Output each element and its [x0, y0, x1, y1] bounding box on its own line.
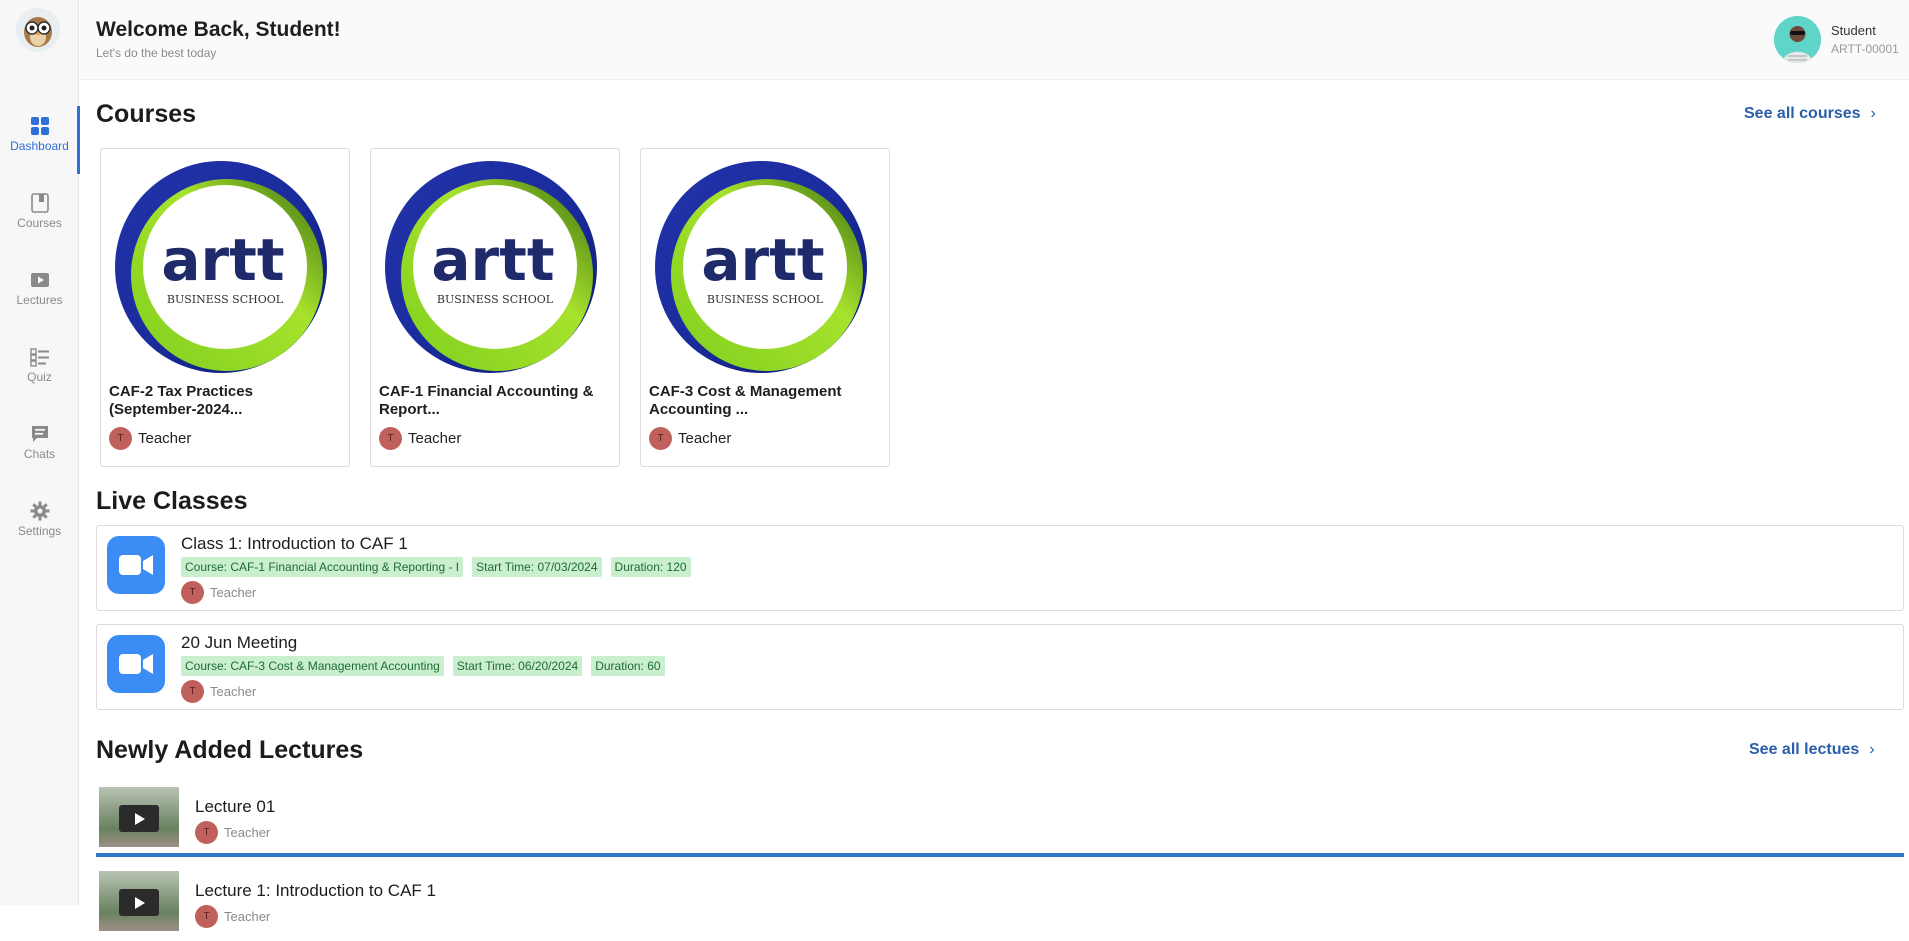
lecture-thumbnail — [99, 871, 179, 931]
sidebar-item-label: Settings — [17, 523, 62, 538]
teacher-avatar: T — [195, 821, 218, 844]
logo-text: artt — [161, 226, 284, 294]
user-id: ARTT-00001 — [1831, 42, 1899, 56]
sidebar: Dashboard Courses Lectures Quiz Chats Se… — [0, 0, 80, 905]
sidebar-item-courses[interactable]: Courses — [0, 183, 79, 239]
play-icon — [119, 805, 159, 832]
teacher-name: Teacher — [138, 430, 192, 447]
user-name: Student — [1831, 23, 1876, 38]
sidebar-item-label: Courses — [17, 215, 62, 230]
course-teacher: T Teacher — [649, 427, 731, 450]
lecture-title: Lecture 01 — [195, 797, 276, 816]
live-class-tags: Course: CAF-1 Financial Accounting & Rep… — [181, 557, 691, 577]
sidebar-item-label: Chats — [23, 446, 56, 461]
teacher-avatar: T — [181, 581, 204, 604]
duration-tag: Duration: 60 — [591, 656, 665, 676]
course-tag: Course: CAF-1 Financial Accounting & Rep… — [181, 557, 464, 577]
course-card[interactable]: artt BUSINESS SCHOOL CAF-1 Financial Acc… — [370, 148, 620, 467]
artt-logo-image: artt BUSINESS SCHOOL — [109, 159, 334, 376]
teacher-avatar: T — [195, 905, 218, 928]
live-classes-section-title: Live Classes — [96, 487, 248, 515]
avatar[interactable] — [1774, 16, 1821, 63]
lectures-section-title: Newly Added Lectures — [96, 736, 364, 764]
live-class-teacher: T Teacher — [181, 680, 256, 703]
checklist-icon — [29, 347, 50, 367]
owl-logo-icon[interactable] — [16, 8, 60, 52]
header: Welcome Back, Student! Let's do the best… — [80, 0, 1909, 80]
see-all-courses-link[interactable]: See all courses › — [1744, 105, 1876, 123]
course-teacher: T Teacher — [109, 427, 191, 450]
lecture-teacher: T Teacher — [195, 821, 270, 844]
teacher-name: Teacher — [224, 909, 271, 924]
logo-subtext: BUSINESS SCHOOL — [437, 293, 554, 306]
teacher-name: Teacher — [210, 684, 257, 699]
lecture-title: Lecture 1: Introduction to CAF 1 — [195, 881, 436, 900]
sidebar-item-lectures[interactable]: Lectures — [0, 260, 79, 316]
teacher-name: Teacher — [678, 430, 732, 447]
lecture-teacher: T Teacher — [195, 905, 270, 928]
live-class-title: 20 Jun Meeting — [181, 633, 298, 652]
courses-section-title: Courses — [96, 100, 197, 128]
live-class-title: Class 1: Introduction to CAF 1 — [181, 534, 408, 553]
video-camera-icon — [107, 536, 165, 594]
page-title: Welcome Back, Student! — [96, 18, 341, 41]
course-title: CAF-3 Cost & Management Accounting ... — [649, 383, 842, 418]
chat-icon — [30, 424, 50, 444]
lecture-thumbnail — [99, 787, 179, 847]
teacher-avatar: T — [109, 427, 132, 450]
start-time-tag: Start Time: 07/03/2024 — [472, 557, 602, 577]
course-card[interactable]: artt BUSINESS SCHOOL CAF-2 Tax Practices… — [100, 148, 350, 467]
logo-text: artt — [701, 226, 824, 294]
sidebar-item-dashboard[interactable]: Dashboard — [0, 106, 80, 174]
sidebar-item-quiz[interactable]: Quiz — [0, 337, 79, 393]
start-time-tag: Start Time: 06/20/2024 — [452, 656, 583, 676]
play-icon — [119, 889, 159, 916]
see-all-lectures-label: See all lectues — [1749, 741, 1860, 758]
course-title: CAF-1 Financial Accounting & Report... — [379, 383, 594, 418]
book-icon — [30, 192, 50, 213]
duration-tag: Duration: 120 — [610, 557, 691, 577]
live-class-tags: Course: CAF-3 Cost & Management Accounti… — [181, 656, 665, 676]
chevron-right-icon: › — [1870, 105, 1876, 122]
teacher-name: Teacher — [224, 825, 271, 840]
live-class-row[interactable]: 20 Jun Meeting Course: CAF-3 Cost & Mana… — [96, 624, 1904, 710]
artt-logo-image: artt BUSINESS SCHOOL — [649, 159, 874, 376]
live-class-row[interactable]: Class 1: Introduction to CAF 1 Course: C… — [96, 525, 1904, 611]
logo-subtext: BUSINESS SCHOOL — [707, 293, 824, 306]
logo-text: artt — [431, 226, 554, 294]
lecture-row[interactable]: Lecture 01 T Teacher — [96, 787, 1904, 857]
artt-logo-image: artt BUSINESS SCHOOL — [379, 159, 604, 376]
teacher-avatar: T — [649, 427, 672, 450]
gear-icon — [30, 501, 50, 521]
course-tag: Course: CAF-3 Cost & Management Accounti… — [181, 656, 444, 676]
see-all-lectures-link[interactable]: See all lectues › — [1749, 741, 1875, 759]
sidebar-item-label: Quiz — [27, 369, 52, 384]
sidebar-item-label: Lectures — [16, 292, 63, 307]
sidebar-item-settings[interactable]: Settings — [0, 491, 79, 547]
video-camera-icon — [107, 635, 165, 693]
teacher-name: Teacher — [408, 430, 462, 447]
teacher-avatar: T — [181, 680, 204, 703]
live-class-teacher: T Teacher — [181, 581, 256, 604]
course-card[interactable]: artt BUSINESS SCHOOL CAF-3 Cost & Manage… — [640, 148, 890, 467]
teacher-name: Teacher — [210, 585, 257, 600]
logo-subtext: BUSINESS SCHOOL — [167, 293, 284, 306]
play-icon — [30, 270, 50, 290]
grid-icon — [30, 116, 50, 136]
lecture-row[interactable]: Lecture 1: Introduction to CAF 1 T Teach… — [96, 871, 1904, 941]
sidebar-item-label: Dashboard — [10, 138, 69, 153]
course-teacher: T Teacher — [379, 427, 461, 450]
chevron-right-icon: › — [1869, 741, 1875, 758]
sidebar-item-chats[interactable]: Chats — [0, 414, 79, 470]
page-subtitle: Let's do the best today — [96, 46, 217, 60]
teacher-avatar: T — [379, 427, 402, 450]
course-title: CAF-2 Tax Practices (September-2024... — [109, 383, 253, 418]
see-all-courses-label: See all courses — [1744, 105, 1861, 122]
